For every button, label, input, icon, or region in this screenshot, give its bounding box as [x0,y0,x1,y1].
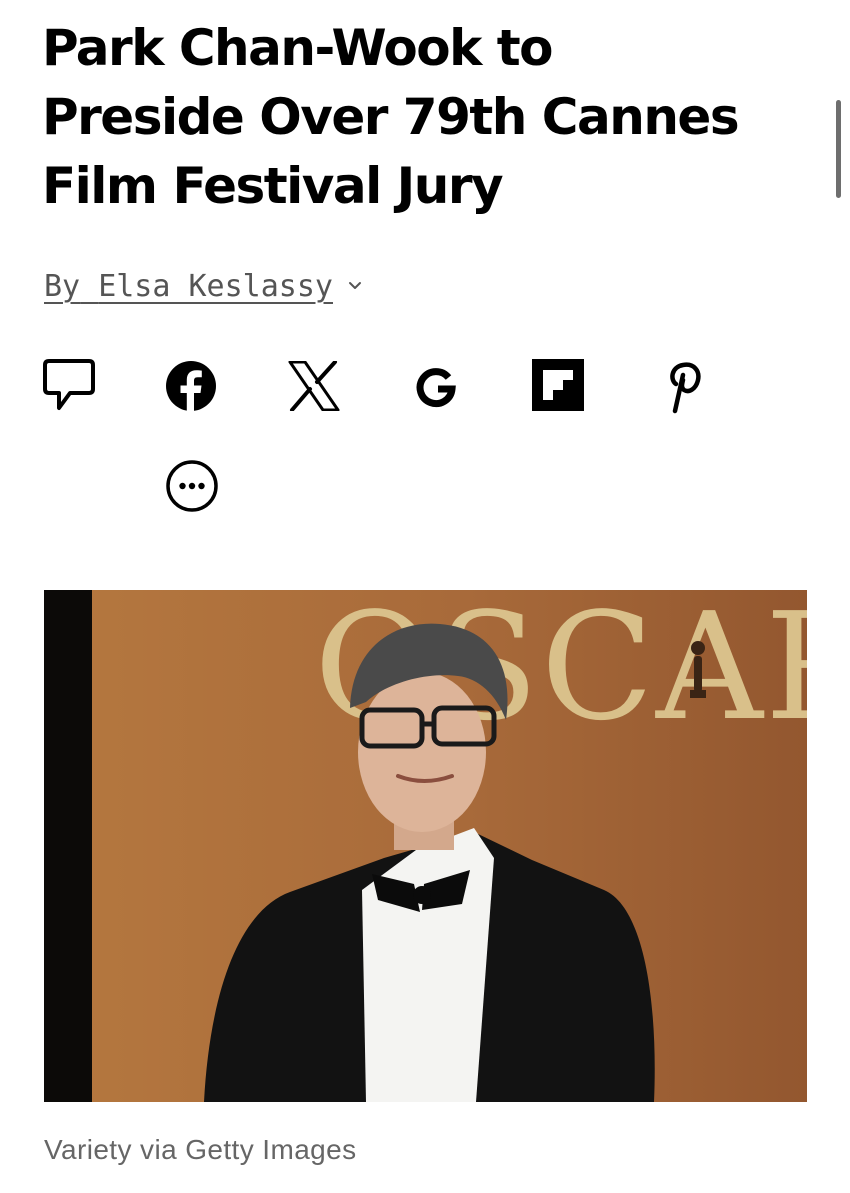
headline-line: Preside Over 79th Cannes [42,88,740,146]
photo-caption: Variety via Getty Images [44,1134,357,1165]
author-name: Elsa Keslassy [98,268,333,304]
google-icon[interactable] [414,365,458,409]
author-byline[interactable]: By Elsa Keslassy [44,266,363,306]
byline-text[interactable]: By Elsa Keslassy [44,269,333,304]
scrollbar[interactable] [836,100,841,198]
article-headline: Park Chan-Wook to Preside Over 79th Cann… [42,14,812,221]
article-photo: OSCAR [44,590,807,1102]
headline-line: Park Chan-Wook to [42,19,553,77]
pinterest-icon[interactable] [660,358,706,414]
byline-prefix: By [44,268,81,304]
comment-icon[interactable] [42,357,96,413]
flipboard-icon[interactable] [532,359,584,411]
headline-line: Film Festival Jury [42,157,504,215]
x-icon[interactable] [288,361,340,411]
facebook-icon[interactable] [165,360,217,412]
chevron-down-icon[interactable] [347,278,363,294]
more-icon[interactable] [165,459,219,513]
